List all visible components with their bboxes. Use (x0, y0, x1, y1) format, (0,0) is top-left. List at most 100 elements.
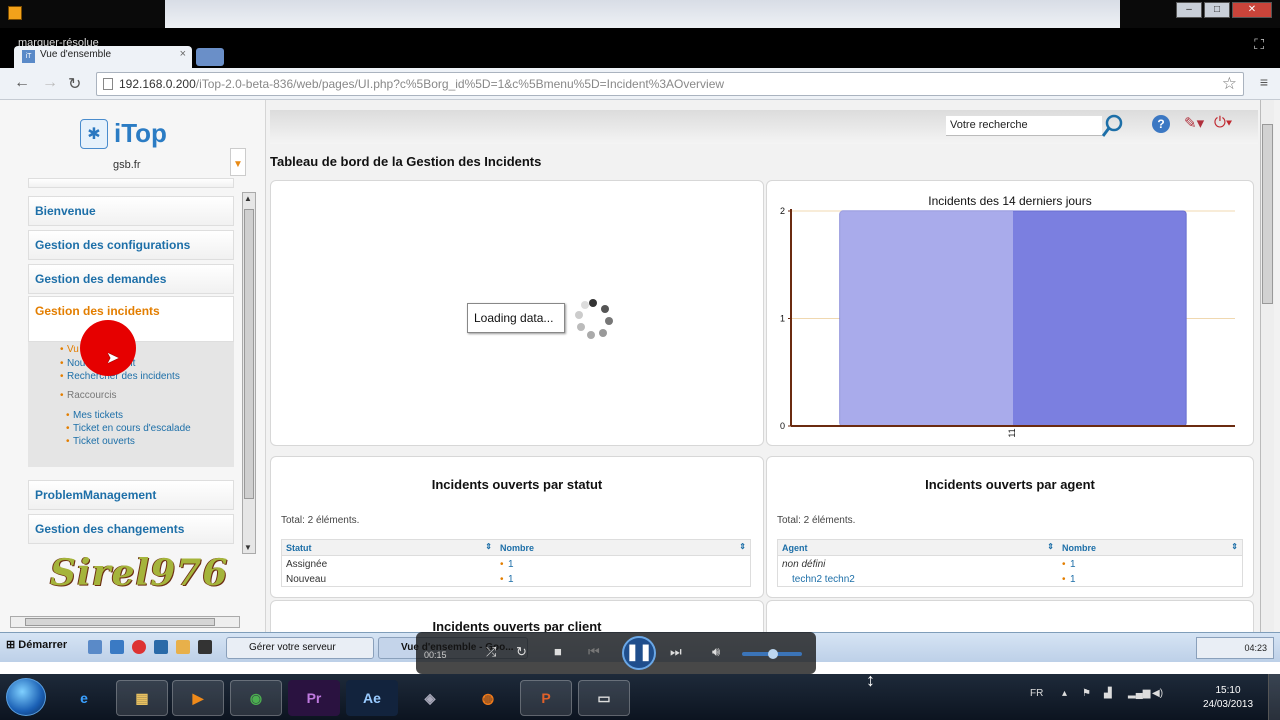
start-button[interactable]: ⊞ Démarrer (6, 638, 67, 651)
back-arrow-icon[interactable]: ← (14, 74, 30, 92)
network-icon[interactable]: ▟ (1104, 688, 1112, 699)
quicklaunch-ie-icon[interactable] (88, 640, 102, 654)
windows-start-orb[interactable] (6, 678, 46, 716)
quicklaunch-app-icon[interactable] (154, 640, 168, 654)
logoff-icon[interactable]: ⏻▾ (1214, 114, 1238, 134)
host-taskbar: e ▦ ▶ ◉ Pr Ae ◈ ◍ P ▭ FR ▴ ⚑ ▟ ▂▄▆ ◀) 15… (0, 674, 1280, 720)
flag-icon[interactable]: ⚑ (1082, 688, 1091, 699)
y-tick-label: 0 (780, 421, 785, 431)
shortcut-escalade[interactable]: Ticket en cours d'escalade (66, 423, 191, 434)
menu-scrollbar[interactable]: ▲ ▼ (242, 192, 256, 554)
help-icon[interactable]: ? (1152, 115, 1170, 133)
firefox-icon[interactable]: ◍ (462, 680, 514, 716)
quicklaunch-explorer-icon[interactable] (110, 640, 124, 654)
col-statut[interactable]: Statut ⇕ (282, 540, 496, 555)
agent-total: Total: 2 éléments. (777, 515, 856, 526)
page-scroll-thumb[interactable] (1262, 124, 1273, 304)
after-effects-icon[interactable]: Ae (346, 680, 398, 716)
shuffle-icon[interactable]: ⤮ (486, 644, 496, 660)
page-content: ✱ iTop gsb.fr ▼ Bienvenue Gestion des co… (0, 100, 1280, 632)
minimize-button[interactable]: – (1176, 2, 1202, 18)
quicklaunch-chrome-icon[interactable] (132, 640, 146, 654)
quicklaunch-folder-icon[interactable] (176, 640, 190, 654)
itop-logo[interactable]: ✱ iTop (80, 118, 167, 149)
url-path: /iTop-2.0-beta-836/web/pages/UI.php?c%5B… (195, 77, 725, 91)
next-icon[interactable]: ⏭ (670, 644, 682, 660)
move-cursor-icon: ↕ (866, 670, 875, 690)
menu-gestion-configurations[interactable]: Gestion des configurations (28, 230, 234, 260)
guest-tray-clock: 04:23 (1196, 637, 1274, 659)
volume-icon[interactable]: 🔊︎ (712, 644, 720, 660)
itop-logo-text: iTop (114, 118, 167, 148)
col-agent[interactable]: Agent ⇕ (778, 540, 1058, 555)
wrench-menu-icon[interactable]: ≡ (1260, 74, 1268, 90)
count-link[interactable]: 1 (1058, 571, 1242, 586)
submenu-rechercher-incidents[interactable]: Rechercher des incidents (60, 371, 180, 382)
clock-date: 24/03/2013 (1202, 699, 1254, 710)
explorer-icon[interactable]: ▦ (116, 680, 168, 716)
page-scrollbar[interactable] (1260, 100, 1274, 632)
host-clock[interactable]: 15:10 24/03/2013 (1198, 684, 1258, 712)
page-icon (103, 78, 113, 90)
language-indicator[interactable]: FR (1030, 688, 1043, 699)
scroll-up-icon[interactable]: ▲ (244, 194, 252, 203)
media-player-task-icon[interactable]: ▶ (172, 680, 224, 716)
menu-bienvenue[interactable]: Bienvenue (28, 196, 234, 226)
tab-vue-ensemble[interactable]: iT Vue d'ensemble × (14, 46, 192, 68)
forward-arrow-icon[interactable]: → (42, 74, 58, 92)
pause-button[interactable]: ❚❚ (622, 636, 656, 670)
previous-icon[interactable]: ⏮ (588, 644, 600, 660)
horizontal-scrollbar[interactable] (10, 616, 240, 628)
quicklaunch-cmd-icon[interactable] (198, 640, 212, 654)
stop-icon[interactable]: ■ (554, 644, 562, 659)
signal-icon[interactable]: ▂▄▆ (1128, 688, 1150, 699)
table-row: Nouveau 1 (282, 571, 750, 586)
shortcut-mes-tickets[interactable]: Mes tickets (66, 410, 123, 421)
speaker-icon[interactable]: ◀) (1152, 688, 1163, 699)
reload-icon[interactable]: ↻ (68, 74, 81, 94)
folder-icon[interactable]: ▭ (578, 680, 630, 716)
address-bar[interactable]: 192.168.0.200/iTop-2.0-beta-836/web/page… (96, 72, 1244, 96)
premiere-icon[interactable]: Pr (288, 680, 340, 716)
volume-slider[interactable] (742, 649, 802, 659)
menu-problem-management[interactable]: ProblemManagement (28, 480, 234, 510)
loading-indicator: Loading data... (467, 303, 565, 333)
close-button[interactable]: ✕ (1232, 2, 1272, 18)
fullscreen-icon[interactable]: ⛶ (1254, 36, 1264, 53)
h-scroll-thumb[interactable] (25, 618, 215, 626)
tab-close-icon[interactable]: × (180, 48, 186, 60)
ie-icon[interactable]: e (58, 680, 110, 716)
clock-time: 15:10 (1215, 685, 1241, 696)
media-player-icon (8, 6, 22, 20)
col-nombre[interactable]: Nombre ⇕ (496, 540, 750, 555)
search-icon[interactable] (1101, 114, 1124, 138)
submenu-vue-ensemble[interactable]: Vu (60, 344, 79, 355)
new-tab-button[interactable] (196, 48, 224, 66)
repeat-icon[interactable]: ↻ (516, 644, 527, 660)
dashlet-by-status: Incidents ouverts par statut Total: 2 él… (270, 456, 764, 598)
powerpoint-icon[interactable]: P (520, 680, 572, 716)
col-nombre[interactable]: Nombre ⇕ (1058, 540, 1242, 555)
scroll-down-icon[interactable]: ▼ (244, 543, 252, 552)
pencil-menu-icon[interactable]: ✎▾ (1184, 114, 1204, 132)
pin-panel-icon[interactable]: ▼ (230, 148, 246, 176)
count-link[interactable]: 1 (1058, 556, 1242, 571)
menu-gestion-demandes[interactable]: Gestion des demandes (28, 264, 234, 294)
count-link[interactable]: 1 (496, 556, 750, 571)
global-search-input[interactable]: Votre recherche (946, 116, 1102, 136)
menu-gestion-changements[interactable]: Gestion des changements (28, 514, 234, 544)
table-row: non défini 1 (778, 556, 1242, 571)
count-link[interactable]: 1 (496, 571, 750, 586)
bookmark-star-icon[interactable]: ☆ (1222, 74, 1237, 94)
tray-arrow-icon[interactable]: ▴ (1062, 688, 1067, 699)
show-desktop-button[interactable] (1268, 674, 1280, 720)
chrome-icon[interactable]: ◉ (230, 680, 282, 716)
task-gerer-serveur[interactable]: Gérer votre serveur (226, 637, 374, 659)
vm-icon[interactable]: ◈ (404, 680, 456, 716)
maximize-button[interactable]: □ (1204, 2, 1230, 18)
table-row: techn2 techn2 1 (778, 571, 1242, 586)
agent-link[interactable]: techn2 techn2 (778, 571, 1058, 586)
shortcut-ticket-ouverts[interactable]: Ticket ouverts (66, 436, 135, 447)
menu-scroll-thumb[interactable] (244, 209, 254, 499)
volume-knob[interactable] (768, 649, 778, 659)
